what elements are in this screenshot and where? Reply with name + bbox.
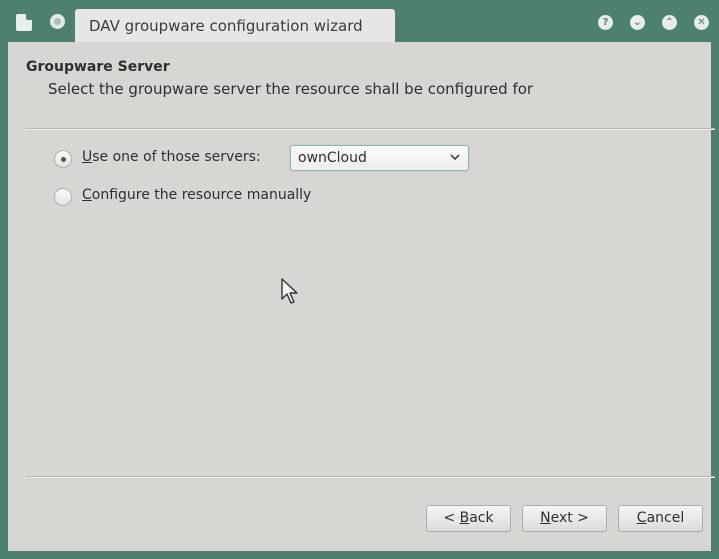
help-icon[interactable]: ? [598, 15, 613, 30]
title-bar[interactable]: DAV groupware configuration wizard ? ⌄ ⌃… [0, 0, 719, 42]
use-servers-mnemonic: U [82, 149, 93, 165]
close-icon[interactable]: ✕ [694, 15, 709, 30]
chevron-down-icon [450, 150, 460, 164]
manual-label[interactable]: Configure the resource manually [82, 187, 311, 203]
back-button-mnemonic: B [459, 510, 470, 526]
manual-label-text: onfigure the resource manually [91, 187, 312, 203]
manual-radio[interactable] [54, 188, 72, 206]
shade-icon[interactable]: ⌄ [630, 15, 645, 30]
back-button[interactable]: < Back [426, 505, 511, 532]
page-header: Groupware Server Select the groupware se… [8, 42, 711, 102]
window-title: DAV groupware configuration wizard [89, 17, 363, 35]
cancel-button-mnemonic: C [636, 510, 647, 526]
wizard-window: DAV groupware configuration wizard ? ⌄ ⌃… [0, 0, 719, 559]
cancel-button[interactable]: Cancel [618, 505, 703, 532]
page-subtitle: Select the groupware server the resource… [48, 80, 534, 98]
cancel-button-label: ancel [646, 510, 685, 526]
window-title-tab: DAV groupware configuration wizard [75, 9, 395, 42]
server-select-value: ownCloud [298, 150, 367, 166]
minimize-icon[interactable]: ⌃ [662, 15, 677, 30]
use-servers-label[interactable]: Use one of those servers: [82, 149, 261, 165]
window-menu-icon[interactable] [50, 14, 65, 29]
back-button-label: ack [469, 510, 494, 526]
use-servers-radio[interactable] [54, 150, 72, 168]
page-title: Groupware Server [26, 59, 170, 75]
next-button[interactable]: Next > [522, 505, 607, 532]
next-button-mnemonic: N [540, 510, 551, 526]
footer-divider [26, 476, 715, 477]
next-button-label: ext > [550, 510, 589, 526]
use-servers-label-text: se one of those servers: [92, 149, 261, 165]
server-select[interactable]: ownCloud [290, 145, 469, 171]
header-divider [26, 128, 715, 129]
mouse-pointer-icon [281, 278, 298, 304]
manual-mnemonic: C [82, 187, 92, 203]
wizard-page: Groupware Server Select the groupware se… [8, 42, 715, 551]
app-document-icon[interactable] [16, 14, 32, 31]
back-button-prefix: < [443, 510, 460, 526]
